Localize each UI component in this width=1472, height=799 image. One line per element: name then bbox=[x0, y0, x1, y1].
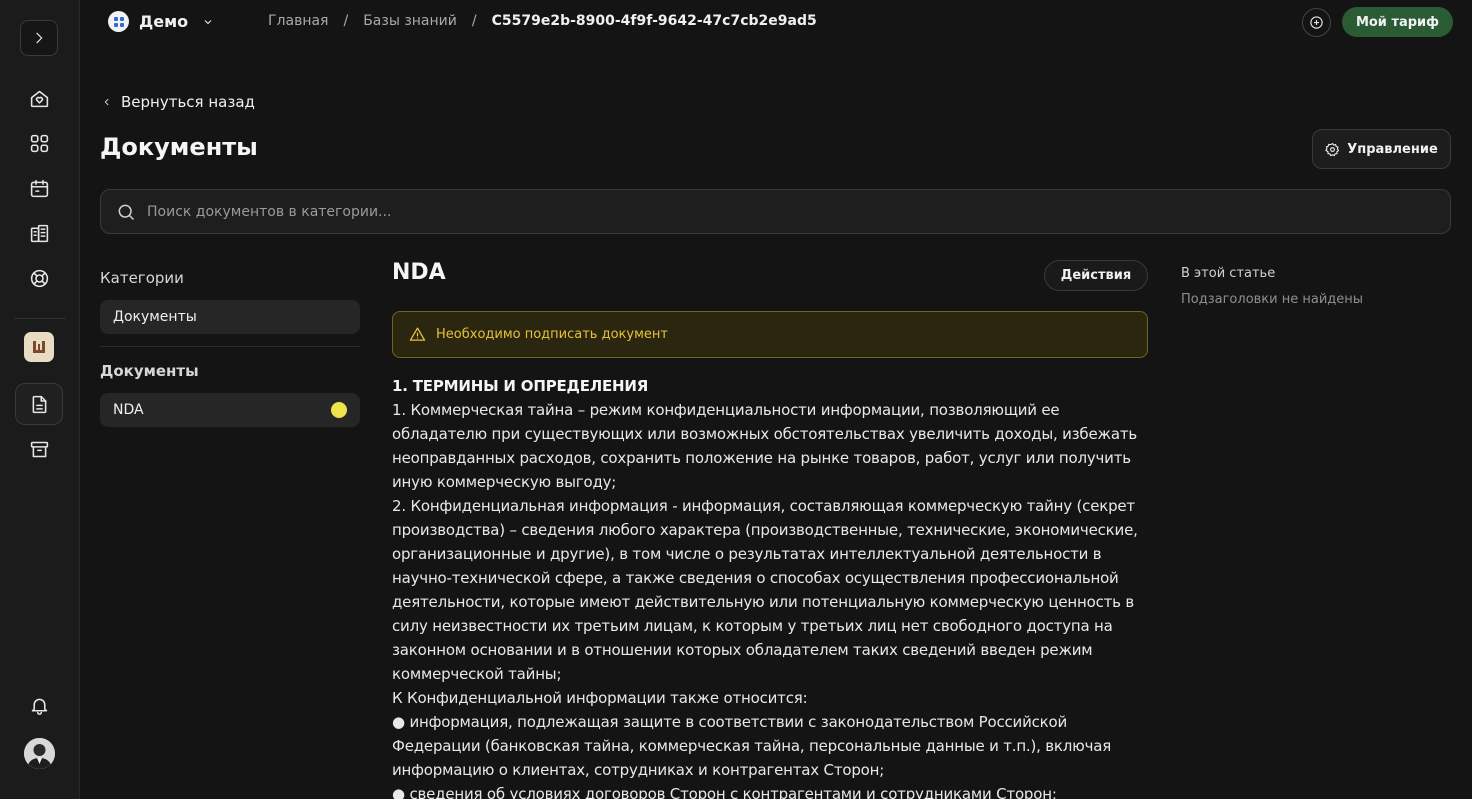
article-line: организационные и другие), в том числе о… bbox=[392, 545, 1102, 563]
workspace-name: Демо bbox=[139, 12, 189, 31]
article-title: NDA bbox=[392, 260, 446, 285]
document-icon bbox=[32, 395, 46, 413]
buildings-icon bbox=[30, 224, 48, 242]
workspace-icon bbox=[108, 11, 129, 32]
breadcrumb-home[interactable]: Главная bbox=[268, 13, 328, 29]
article-body: 1. ТЕРМИНЫ И ОПРЕДЕЛЕНИЯ 1. Коммерческая… bbox=[392, 374, 1152, 799]
chevron-left-icon bbox=[104, 98, 109, 106]
lifebuoy-icon bbox=[30, 269, 48, 287]
article-line: неоправданных расходов, сохранить положе… bbox=[392, 449, 1131, 467]
archive-nav-button[interactable] bbox=[20, 431, 58, 467]
warning-text: Необходимо подписать документ bbox=[436, 327, 668, 342]
category-item-documents[interactable]: Документы bbox=[100, 300, 360, 334]
document-item-nda[interactable]: NDA bbox=[100, 393, 360, 427]
documents-nav-button[interactable] bbox=[15, 383, 63, 425]
page-title: Документы bbox=[100, 133, 258, 161]
back-link[interactable]: Вернуться назад bbox=[102, 93, 255, 111]
create-button[interactable] bbox=[1302, 8, 1331, 37]
article-line: К Конфиденциальной информации также отно… bbox=[392, 689, 808, 707]
grid-icon bbox=[30, 134, 48, 152]
article-line: обладателю при существующих или возможны… bbox=[392, 425, 1137, 443]
chevron-right-icon bbox=[36, 32, 43, 44]
article-line: 2. Конфиденциальная информация - информа… bbox=[392, 497, 1135, 515]
breadcrumb-current: C5579e2b-8900-4f9f-9642-47c7cb2e9ad5 bbox=[491, 13, 817, 29]
gear-icon bbox=[1325, 142, 1340, 156]
documents-heading: Документы bbox=[100, 362, 199, 380]
workspace-logo[interactable] bbox=[24, 332, 54, 362]
manage-button[interactable]: Управление bbox=[1312, 129, 1451, 169]
notifications-button[interactable] bbox=[20, 687, 58, 723]
home-heart-icon bbox=[30, 90, 48, 107]
article-line: 1. Коммерческая тайна – режим конфиденци… bbox=[392, 401, 1060, 419]
calendar-nav-button[interactable] bbox=[20, 170, 58, 206]
warning-triangle-icon bbox=[409, 327, 426, 341]
search-input[interactable] bbox=[147, 203, 1347, 220]
article-line: научно-технической сфере, а также сведен… bbox=[392, 569, 1119, 587]
document-item-label: NDA bbox=[113, 402, 144, 418]
left-rail bbox=[0, 0, 80, 799]
rail-divider bbox=[14, 318, 66, 319]
article-line: иную коммерческую выгоду; bbox=[392, 473, 617, 491]
expand-sidebar-button[interactable] bbox=[20, 20, 58, 56]
actions-button[interactable]: Действия bbox=[1044, 260, 1148, 291]
article-line: информацию о клиентах, сотрудниках и кон… bbox=[392, 761, 885, 779]
plus-circle-icon bbox=[1310, 16, 1323, 29]
toc-heading: В этой статье bbox=[1181, 266, 1276, 281]
bell-icon bbox=[31, 698, 47, 715]
my-plan-button[interactable]: Мой тариф bbox=[1342, 7, 1453, 37]
archive-icon bbox=[30, 441, 48, 457]
article-line: Федерации (банковская тайна, коммерческа… bbox=[392, 737, 1112, 755]
back-link-label: Вернуться назад bbox=[121, 93, 255, 111]
article-line: силу неизвестности их третьим лицам, к к… bbox=[392, 617, 1113, 635]
article-line: ● сведения об условиях договоров Сторон … bbox=[392, 785, 1057, 799]
workspace-switcher[interactable]: Демо bbox=[108, 11, 214, 32]
divider bbox=[100, 346, 360, 347]
article-line: коммерческой тайны; bbox=[392, 665, 562, 683]
breadcrumb-separator: / bbox=[343, 13, 349, 29]
user-avatar[interactable] bbox=[24, 738, 55, 769]
categories-heading: Категории bbox=[100, 269, 184, 287]
search-icon bbox=[118, 204, 135, 220]
home-nav-button[interactable] bbox=[20, 80, 58, 116]
apps-nav-button[interactable] bbox=[20, 125, 58, 161]
calendar-icon bbox=[30, 179, 48, 197]
search-bar bbox=[100, 189, 1451, 234]
manage-button-label: Управление bbox=[1347, 141, 1438, 157]
toc-empty-text: Подзаголовки не найдены bbox=[1181, 292, 1364, 307]
breadcrumb: Главная / Базы знаний / C5579e2b-8900-4f… bbox=[268, 13, 817, 29]
article-line: деятельности, которые имеют действительн… bbox=[392, 593, 1135, 611]
article-line: законном основании и в отношении которых… bbox=[392, 641, 1093, 659]
breadcrumb-knowledge-bases[interactable]: Базы знаний bbox=[363, 13, 457, 29]
user-avatar-image bbox=[24, 738, 55, 769]
article-line: производства) – сведения любого характер… bbox=[392, 521, 1138, 539]
article-line: 1. ТЕРМИНЫ И ОПРЕДЕЛЕНИЯ bbox=[392, 377, 649, 395]
status-dot bbox=[331, 402, 347, 418]
breadcrumb-separator: / bbox=[471, 13, 477, 29]
buildings-nav-button[interactable] bbox=[20, 215, 58, 251]
article-line: ● информация, подлежащая защите в соотве… bbox=[392, 713, 1068, 731]
sign-warning-banner: Необходимо подписать документ bbox=[392, 311, 1148, 358]
support-nav-button[interactable] bbox=[20, 260, 58, 296]
chevron-down-icon bbox=[204, 19, 212, 24]
workspace-brand-icon bbox=[33, 341, 45, 353]
top-bar: Демо Главная / Базы знаний / C5579e2b-89… bbox=[80, 0, 1472, 44]
